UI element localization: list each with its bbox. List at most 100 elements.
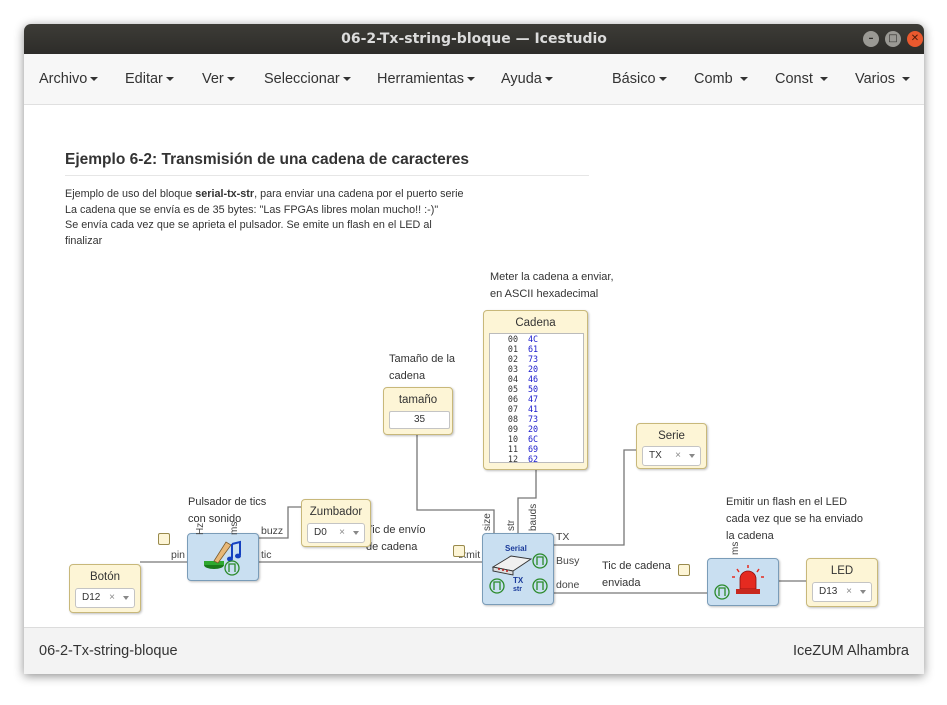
menu-ver[interactable]: Ver (202, 71, 235, 87)
pulsador-hz-label: Hz (195, 522, 206, 535)
menu-comb-label: Comb (694, 71, 733, 87)
app-window: 06-2-Tx-string-bloque — Icestudio – □ ✕ … (24, 24, 924, 674)
note-tamano: Tamaño de la cadena (389, 353, 456, 382)
memory-value[interactable]: 61 (528, 344, 538, 354)
svg-text:TX: TX (513, 576, 524, 585)
memory-value[interactable]: 20 (528, 364, 538, 374)
title-divider (65, 175, 589, 176)
chevron-down-icon (353, 531, 359, 535)
flash-led-block[interactable] (707, 558, 779, 606)
memory-row: 07 41 (490, 404, 583, 414)
memory-value[interactable]: 4C (528, 334, 538, 344)
memory-value[interactable]: 46 (528, 374, 538, 384)
memory-address: 04 (507, 374, 518, 384)
chevron-down-icon (165, 77, 174, 82)
memory-value[interactable]: 20 (528, 424, 538, 434)
chevron-down-icon (739, 77, 748, 82)
menu-basico[interactable]: Básico (612, 71, 667, 87)
memory-value[interactable]: 73 (528, 354, 538, 364)
menu-archivo[interactable]: Archivo (39, 71, 99, 87)
page-title: Ejemplo 6-2: Transmisión de una cadena d… (65, 151, 470, 168)
pulsador-tic-label: tic (261, 549, 272, 561)
pulsador-ms-label: ms (229, 521, 240, 535)
serial-busy-label: Busy (556, 555, 580, 567)
memory-value[interactable]: 69 (528, 444, 538, 454)
zumbador-title: Zumbador (309, 506, 363, 518)
design-canvas[interactable]: Ejemplo 6-2: Transmisión de una cadena d… (24, 105, 924, 627)
boton-pin-select[interactable]: D12 × (75, 588, 135, 608)
memory-value[interactable]: 6C (528, 434, 538, 444)
memory-row: 08 73 (490, 414, 583, 424)
tamano-constant-block[interactable]: tamaño 35 (383, 387, 453, 435)
memory-address: 12 (507, 454, 518, 463)
memory-address: 00 (507, 334, 518, 344)
window-title: 06-2-Tx-string-bloque — Icestudio (341, 31, 607, 47)
serie-output-block[interactable]: Serie TX × (636, 423, 707, 469)
serie-pin-select[interactable]: TX × (642, 446, 701, 466)
memory-row: 10 6C (490, 434, 583, 444)
zumbador-pin-select[interactable]: D0 × (307, 523, 365, 543)
led-output-block[interactable]: LED D13 × (806, 558, 878, 607)
zumbador-output-block[interactable]: Zumbador D0 × (301, 499, 371, 547)
memory-value[interactable]: 50 (528, 384, 538, 394)
note-emitir-flash: Emitir un flash en el LED cada vez que se… (726, 496, 863, 542)
description-line-4: finalizar (65, 234, 103, 247)
menu-herramientas[interactable]: Herramientas (377, 71, 476, 87)
cadena-memory-block[interactable]: Cadena 00 4C 01 61 02 73 03 20 04 46 05 50 06 47 07 41 0… (483, 310, 588, 470)
memory-row: 06 47 (490, 394, 583, 404)
memory-row: 12 62 (490, 454, 583, 463)
serie-title: Serie (658, 430, 685, 442)
menu-editar[interactable]: Editar (125, 71, 174, 87)
memory-address: 02 (507, 354, 518, 364)
serial-tx-icon: Serial TX str (489, 544, 548, 594)
serial-tx-str-block[interactable]: Serial TX str (482, 533, 554, 605)
menu-ayuda[interactable]: Ayuda (501, 71, 553, 87)
memory-value[interactable]: 41 (528, 404, 538, 414)
menu-varios[interactable]: Varios (855, 71, 911, 87)
memory-address: 05 (507, 384, 518, 394)
memory-row: 02 73 (490, 354, 583, 364)
serial-tx-label: TX (556, 531, 570, 543)
memory-row: 00 4C (490, 334, 583, 344)
menu-basico-label: Básico (612, 71, 656, 87)
memory-address: 03 (507, 364, 518, 374)
chevron-down-icon (689, 454, 695, 458)
memory-value[interactable]: 47 (528, 394, 538, 404)
minimize-icon[interactable]: – (863, 31, 879, 47)
menu-ver-label: Ver (202, 71, 224, 87)
menu-seleccionar[interactable]: Seleccionar (264, 71, 351, 87)
chevron-down-icon (819, 77, 828, 82)
note-meter-cadena: Meter la cadena a enviar, en ASCII hexade… (490, 271, 614, 300)
menu-const[interactable]: Const (775, 71, 828, 87)
memory-address: 11 (507, 444, 518, 454)
note-tic-enviada: Tic de cadena enviada (602, 560, 671, 589)
boton-title: Botón (89, 571, 121, 583)
memory-value[interactable]: 73 (528, 414, 538, 424)
led-pin-select[interactable]: D13 × (812, 582, 872, 602)
memory-row: 11 69 (490, 444, 583, 454)
tamano-input[interactable]: 35 (389, 411, 450, 429)
pulsador-param-connector[interactable] (158, 533, 170, 545)
menu-varios-label: Varios (855, 71, 896, 87)
led-title: LED (830, 565, 854, 577)
menu-editar-label: Editar (125, 71, 163, 87)
memory-row: 01 61 (490, 344, 583, 354)
memory-address: 08 (507, 414, 518, 424)
menu-comb[interactable]: Comb (694, 71, 748, 87)
memory-row: 04 46 (490, 374, 583, 384)
pulsador-tics-block[interactable] (187, 533, 259, 581)
chevron-down-icon (342, 77, 351, 82)
footer-board-name[interactable]: IceZUM Alhambra (793, 643, 909, 659)
menu-seleccionar-label: Seleccionar (264, 71, 340, 87)
memory-address: 01 (507, 344, 518, 354)
cadena-memory-editor[interactable]: 00 4C 01 61 02 73 03 20 04 46 05 50 06 47 07 41 08 73 09 20… (489, 333, 584, 463)
flash-param-connector[interactable] (678, 564, 690, 576)
memory-value[interactable]: 62 (528, 454, 538, 462)
close-icon[interactable]: ✕ (907, 31, 923, 47)
serial-param-connector[interactable] (453, 545, 465, 557)
maximize-icon[interactable]: □ (885, 31, 901, 47)
memory-row: 09 20 (490, 424, 583, 434)
boton-input-block[interactable]: Botón D12 × (69, 564, 141, 613)
chevron-down-icon (90, 77, 99, 82)
chevron-down-icon (467, 77, 476, 82)
